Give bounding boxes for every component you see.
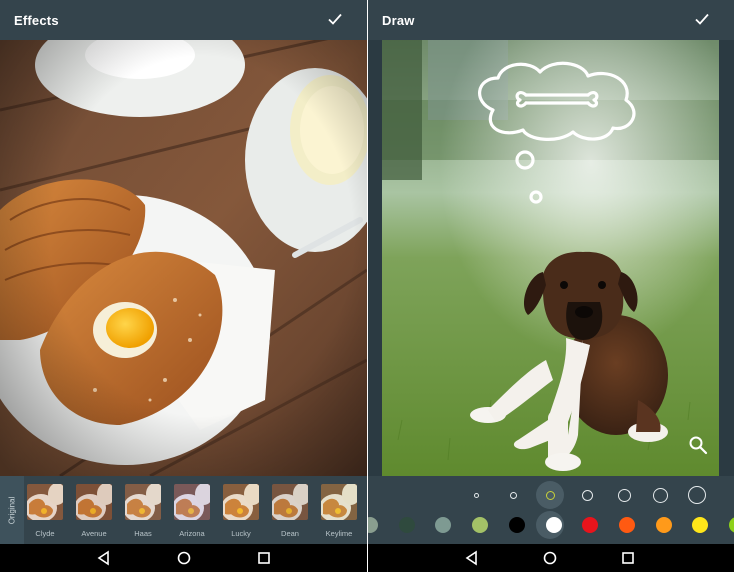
effects-toolbar: Effects <box>0 0 367 40</box>
check-icon[interactable] <box>694 11 710 27</box>
draw-screen: Draw <box>368 0 734 572</box>
effects-title: Effects <box>14 12 59 28</box>
filter-label: Clyde <box>35 529 55 538</box>
filter-label: Avenue <box>81 529 107 538</box>
brush-size-option[interactable] <box>581 489 593 501</box>
check-icon[interactable] <box>327 11 343 27</box>
filter-thumbnail[interactable] <box>272 484 308 520</box>
recents-square-icon[interactable] <box>620 550 636 566</box>
filter-label: Arizona <box>179 529 205 538</box>
filter-label: Lucky <box>231 529 251 538</box>
color-swatch[interactable] <box>729 517 734 533</box>
back-triangle-icon[interactable] <box>464 550 480 566</box>
brush-size-option[interactable] <box>617 488 631 502</box>
color-swatch[interactable] <box>368 517 378 533</box>
draw-toolbar: Draw <box>368 0 734 40</box>
filter-label: Keylime <box>325 529 353 538</box>
filter-thumbnail[interactable] <box>76 484 112 520</box>
color-swatch[interactable] <box>582 517 599 533</box>
home-circle-icon[interactable] <box>176 550 192 566</box>
effects-screen: Effects Original Clyde Avenue Haas Arizo… <box>0 0 367 572</box>
filter-label: Dean <box>281 529 299 538</box>
color-swatch[interactable] <box>655 517 672 533</box>
color-swatch[interactable] <box>545 517 562 533</box>
brush-size-option[interactable] <box>473 492 479 498</box>
filter-thumbnail[interactable] <box>27 484 63 520</box>
original-label: Original <box>7 496 17 524</box>
brush-size-option[interactable] <box>688 486 706 504</box>
filter-label: Haas <box>134 529 152 538</box>
color-swatch[interactable] <box>692 517 709 533</box>
color-swatch[interactable] <box>618 517 635 533</box>
home-circle-icon[interactable] <box>542 550 558 566</box>
navigation-bar-right <box>368 544 734 572</box>
effects-filter-strip: Original Clyde Avenue Haas Arizona Lucky Dean… <box>0 476 367 544</box>
brush-size-option[interactable] <box>509 491 517 499</box>
navigation-bar-left <box>0 544 367 572</box>
pastry-photo <box>0 40 367 476</box>
draw-palette <box>368 476 734 544</box>
back-triangle-icon[interactable] <box>96 550 112 566</box>
filter-thumbnail[interactable] <box>223 484 259 520</box>
filter-thumbnail[interactable] <box>125 484 161 520</box>
color-swatch[interactable] <box>472 517 489 533</box>
filter-thumbnail[interactable] <box>321 484 357 520</box>
puppy-photo[interactable] <box>368 40 734 476</box>
color-swatch[interactable] <box>435 517 452 533</box>
color-swatch[interactable] <box>508 517 525 533</box>
filter-thumbnail[interactable] <box>174 484 210 520</box>
brush-size-option[interactable] <box>652 487 668 503</box>
color-swatch[interactable] <box>398 517 415 533</box>
brush-size-option[interactable] <box>545 490 555 500</box>
recents-square-icon[interactable] <box>256 550 272 566</box>
draw-title: Draw <box>382 12 415 28</box>
